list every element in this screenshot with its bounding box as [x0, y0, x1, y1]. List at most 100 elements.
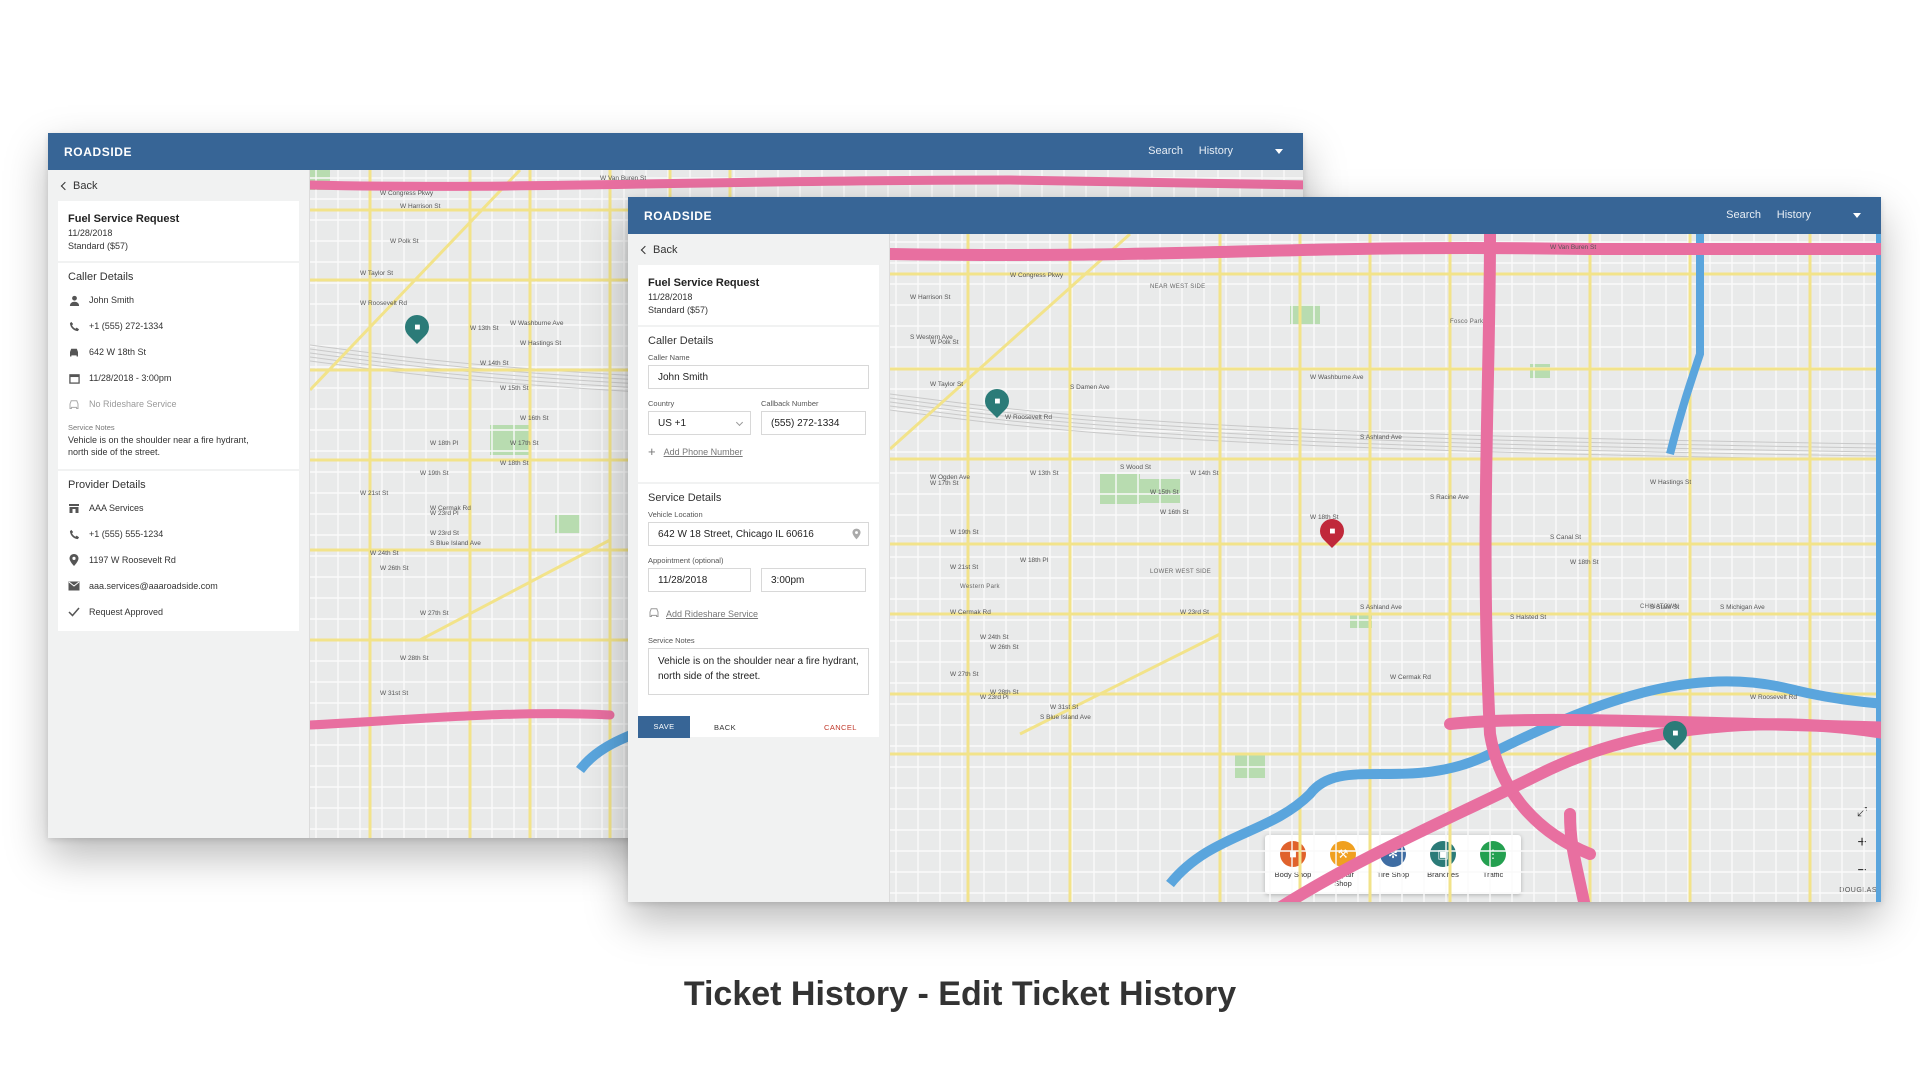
map-street-label: S Wood St [1120, 464, 1151, 471]
back-link[interactable]: Back [640, 244, 677, 256]
provider-section-heading: Provider Details [68, 479, 146, 491]
map-place-label: Western Park [960, 584, 1000, 590]
map-street-label: W 31st St [1050, 704, 1079, 711]
map-street-label: W Polk St [390, 238, 419, 245]
map-street-label: W 26th St [380, 565, 409, 572]
map-street-label: W 26th St [990, 644, 1019, 651]
ticket-title: Fuel Service Request [68, 213, 180, 225]
caller-name-input[interactable]: John Smith [648, 365, 869, 389]
provider-email-row: aaa.services@aaaroadside.com [68, 573, 289, 599]
map-street-label: W Van Buren St [1550, 244, 1597, 251]
map-street-label: W 23rd Pl [980, 694, 1009, 701]
calendar-icon [68, 372, 80, 384]
map-street-label: W 19th St [950, 529, 979, 536]
caller-location-row: 642 W 18th St [68, 339, 289, 365]
add-rideshare-label: Add Rideshare Service [666, 609, 759, 619]
rideshare-row: No Rideshare Service [68, 391, 289, 417]
park-area [555, 515, 580, 533]
service-notes-textarea[interactable]: Vehicle is on the shoulder near a fire h… [648, 648, 869, 695]
service-details-form: Service Details Vehicle Location 642 W 1… [638, 484, 879, 737]
save-button[interactable]: SAVE [638, 716, 690, 738]
country-label: Country [648, 399, 675, 408]
provider-phone: +1 (555) 555-1234 [89, 529, 164, 539]
phone-icon [68, 528, 80, 540]
app-brand: ROADSIDE [644, 209, 713, 223]
country-select-value: US +1 [658, 418, 687, 429]
rideshare-status: No Rideshare Service [89, 399, 177, 409]
map-street-label: W Taylor St [360, 270, 394, 277]
provider-email[interactable]: aaa.services@aaaroadside.com [89, 581, 218, 591]
map-view[interactable]: ■ Body Shop ⚒ Repair Shop ✻ Tire Shop ▣ … [890, 234, 1881, 902]
nav-search-link[interactable]: Search [1148, 145, 1183, 157]
provider-name: AAA Services [89, 503, 144, 513]
service-notes-label: Service Notes [648, 636, 695, 645]
pin-glyph: ■ [1328, 525, 1336, 537]
map-canvas [890, 234, 1881, 902]
map-street-label: W Harrison St [910, 294, 951, 301]
map-street-label: W Roosevelt Rd [1750, 694, 1797, 701]
map-street-label: W 18th Pl [430, 440, 459, 447]
appointment-time-input[interactable]: 3:00pm [761, 568, 866, 592]
country-select[interactable]: US +1 [648, 411, 751, 435]
highway [310, 709, 615, 730]
park-area [1290, 304, 1320, 324]
map-street-label: W 24th St [370, 550, 399, 557]
provider-details-card: Provider Details AAA Services +1 (555) 5… [58, 471, 299, 631]
map-street-label: W 27th St [950, 671, 979, 678]
add-phone-number-label: Add Phone Number [663, 447, 743, 457]
map-street-label: W Cermak Rd [950, 609, 991, 616]
pin-glyph: ■ [413, 321, 421, 333]
caller-name-row: John Smith [68, 287, 289, 313]
map-street-label: S Michigan Ave [1720, 604, 1765, 611]
map-street-label: W 16th St [1160, 509, 1189, 516]
map-street-label: W 15th St [1150, 489, 1179, 496]
map-street-label: W Congress Pkwy [1010, 272, 1064, 279]
cancel-button[interactable]: CANCEL [824, 723, 857, 732]
provider-name-row: AAA Services [68, 495, 289, 521]
edit-ticket-window: ROADSIDE Search History Back Fuel Servic… [628, 197, 1881, 902]
top-app-bar: ROADSIDE Search History [628, 197, 1881, 234]
provider-address: 1197 W Roosevelt Rd [89, 555, 176, 565]
caller-appointment-row: 11/28/2018 - 3:00pm [68, 365, 289, 391]
lake-shore [1876, 234, 1881, 902]
map-street-label: S Western Ave [910, 334, 953, 341]
map-street-label: W 19th St [420, 470, 449, 477]
map-street-label: W 18th St [500, 460, 529, 467]
ticket-tier: Standard ($57) [648, 305, 709, 315]
map-street-label: W 31st St [380, 690, 409, 697]
ticket-sidebar: Back Fuel Service Request 11/28/2018 Sta… [48, 170, 310, 838]
vehicle-location-input[interactable]: 642 W 18 Street, Chicago IL 60616 [648, 522, 869, 546]
add-rideshare-link[interactable]: Add Rideshare Service [648, 605, 869, 623]
map-street-label: W 27th St [420, 610, 449, 617]
callback-label: Callback Number [761, 399, 819, 408]
back-button[interactable]: BACK [714, 723, 736, 732]
map-street-label: W 13th St [1030, 470, 1059, 477]
back-link[interactable]: Back [60, 180, 98, 192]
nav-history-link[interactable]: History [1777, 209, 1811, 221]
appointment-date-input[interactable]: 11/28/2018 [648, 568, 751, 592]
nav-search-link[interactable]: Search [1726, 209, 1761, 221]
location-pin-icon[interactable] [852, 528, 861, 543]
add-phone-number-link[interactable]: + Add Phone Number [648, 444, 869, 459]
park-area [1530, 364, 1550, 378]
nav-history-link[interactable]: History [1199, 145, 1233, 157]
back-label: Back [73, 180, 98, 192]
map-street-label: W 21st St [360, 490, 389, 497]
map-street-label: W 23rd St [430, 530, 459, 537]
ticket-date: 11/28/2018 [648, 292, 693, 302]
map-street-label: W 17th St [510, 440, 539, 447]
map-street-label: W 18th Pl [1020, 557, 1049, 564]
map-street-label: S Halsted St [1510, 614, 1547, 621]
plus-icon: + [648, 444, 656, 459]
car-outline-icon [648, 605, 660, 623]
map-pin-icon [68, 554, 80, 566]
map-street-label: S Ashland Ave [1360, 434, 1402, 441]
map-place-label: CHINATOWN [1640, 604, 1680, 610]
account-dropdown-icon[interactable] [1853, 213, 1861, 218]
map-street-label: W Hastings St [1650, 479, 1692, 486]
account-dropdown-icon[interactable] [1275, 149, 1283, 154]
edit-sidebar: Back Fuel Service Request 11/28/2018 Sta… [628, 234, 890, 902]
callback-number-input[interactable]: (555) 272-1334 [761, 411, 866, 435]
map-street-label: W 28th St [400, 655, 429, 662]
provider-phone-row: +1 (555) 555-1234 [68, 521, 289, 547]
